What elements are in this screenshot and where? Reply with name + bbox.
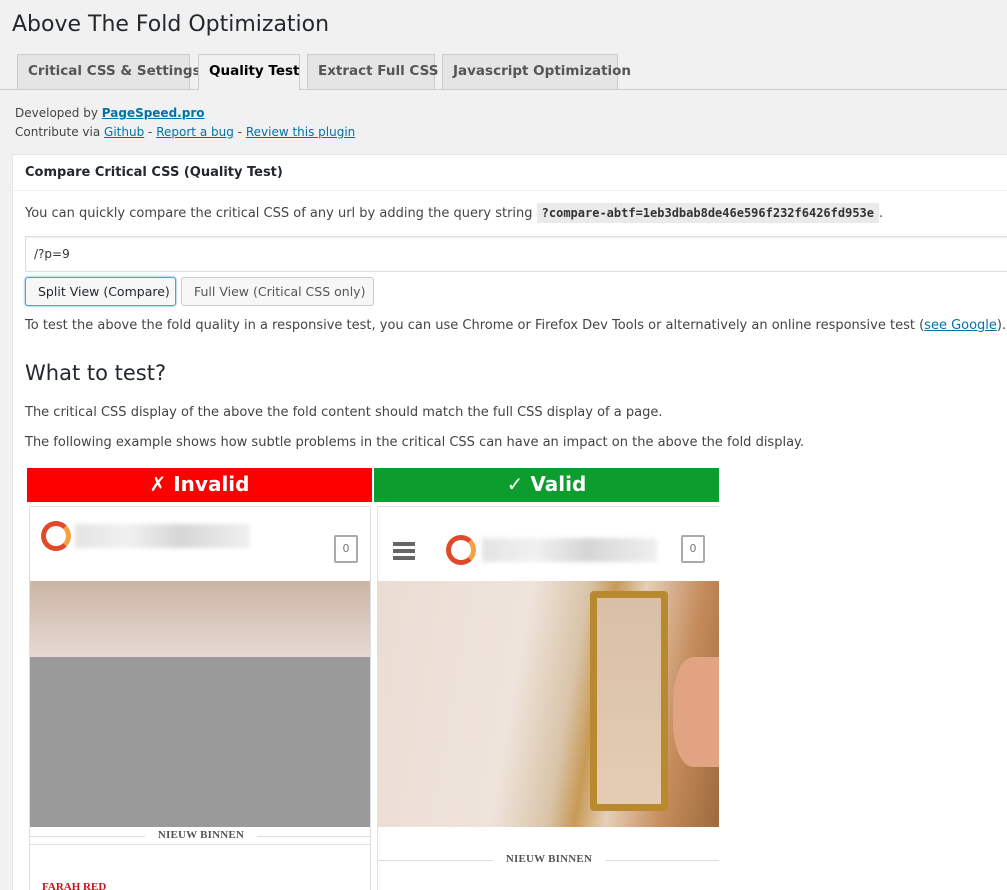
invalid-banner: ✗ Invalid <box>27 468 372 502</box>
plugin-credits: Developed by PageSpeed.pro Contribute vi… <box>15 104 355 142</box>
blurred-shop-name <box>482 538 657 562</box>
example-comparison: ✗ Invalid ✓ Valid 0 NIEUW BINNEN FARAH R… <box>27 468 721 890</box>
bag-count: 0 <box>342 542 350 555</box>
product-label: FARAH RED <box>42 881 107 890</box>
valid-banner: ✓ Valid <box>374 468 719 502</box>
shop-logo-icon <box>446 535 476 565</box>
pagespeed-link[interactable]: PageSpeed.pro <box>102 106 205 120</box>
panel-body: You can quickly compare the critical CSS… <box>13 191 1007 236</box>
bag-count: 0 <box>689 542 697 555</box>
hamburger-menu-icon[interactable] <box>393 542 415 560</box>
see-google-link[interactable]: see Google <box>924 318 997 333</box>
shopping-bag-icon[interactable]: 0 <box>681 535 705 563</box>
separator: - <box>237 125 242 139</box>
url-input[interactable] <box>25 236 1007 272</box>
model-image <box>673 657 719 767</box>
panel-heading: Compare Critical CSS (Quality Test) <box>13 155 1007 191</box>
mirror-image <box>590 591 668 811</box>
what-to-test-heading: What to test? <box>25 361 167 385</box>
new-in-label: NIEUW BINNEN <box>378 853 719 865</box>
intro-text: You can quickly compare the critical CSS… <box>25 203 999 224</box>
invalid-preview: 0 NIEUW BINNEN FARAH RED <box>29 506 371 890</box>
review-plugin-link[interactable]: Review this plugin <box>246 125 355 139</box>
developed-by-label: Developed by <box>15 106 98 120</box>
tab-javascript-optimization[interactable]: Javascript Optimization <box>442 54 631 89</box>
tab-extract-full-css[interactable]: Extract Full CSS <box>307 54 438 89</box>
hero-image-top <box>30 581 370 657</box>
quality-test-panel: Compare Critical CSS (Quality Test) You … <box>12 154 1007 890</box>
contribute-label: Contribute via <box>15 125 101 139</box>
split-view-button[interactable]: Split View (Compare) <box>25 277 176 306</box>
full-view-button[interactable]: Full View (Critical CSS only) <box>181 277 374 306</box>
report-bug-link[interactable]: Report a bug <box>156 125 234 139</box>
blurred-shop-name <box>75 524 250 548</box>
separator: - <box>148 125 153 139</box>
responsive-test-text: To test the above the fold quality in a … <box>25 318 1006 333</box>
query-string-code: ?compare-abtf=1eb3dbab8de46e596f232f6426… <box>536 203 879 223</box>
intro-label: You can quickly compare the critical CSS… <box>25 206 533 221</box>
broken-hero-image <box>30 657 370 827</box>
what-to-test-para-2: The following example shows how subtle p… <box>25 435 805 450</box>
tab-bar: Critical CSS & Settings Quality Test Ext… <box>0 54 1007 90</box>
tab-quality-test[interactable]: Quality Test <box>198 54 300 90</box>
page-title: Above The Fold Optimization <box>12 12 330 37</box>
divider <box>30 844 370 845</box>
shopping-bag-icon[interactable]: 0 <box>334 535 358 563</box>
responsive-label: To test the above the fold quality in a … <box>25 318 925 333</box>
github-link[interactable]: Github <box>104 125 144 139</box>
responsive-end: ). <box>996 318 1007 333</box>
tab-critical-css-settings[interactable]: Critical CSS & Settings <box>17 54 201 89</box>
new-in-label: NIEUW BINNEN <box>30 829 370 841</box>
valid-preview: 0 NIEUW BINNEN <box>377 506 719 890</box>
what-to-test-para-1: The critical CSS display of the above th… <box>25 405 663 420</box>
shop-logo-icon <box>41 521 71 551</box>
